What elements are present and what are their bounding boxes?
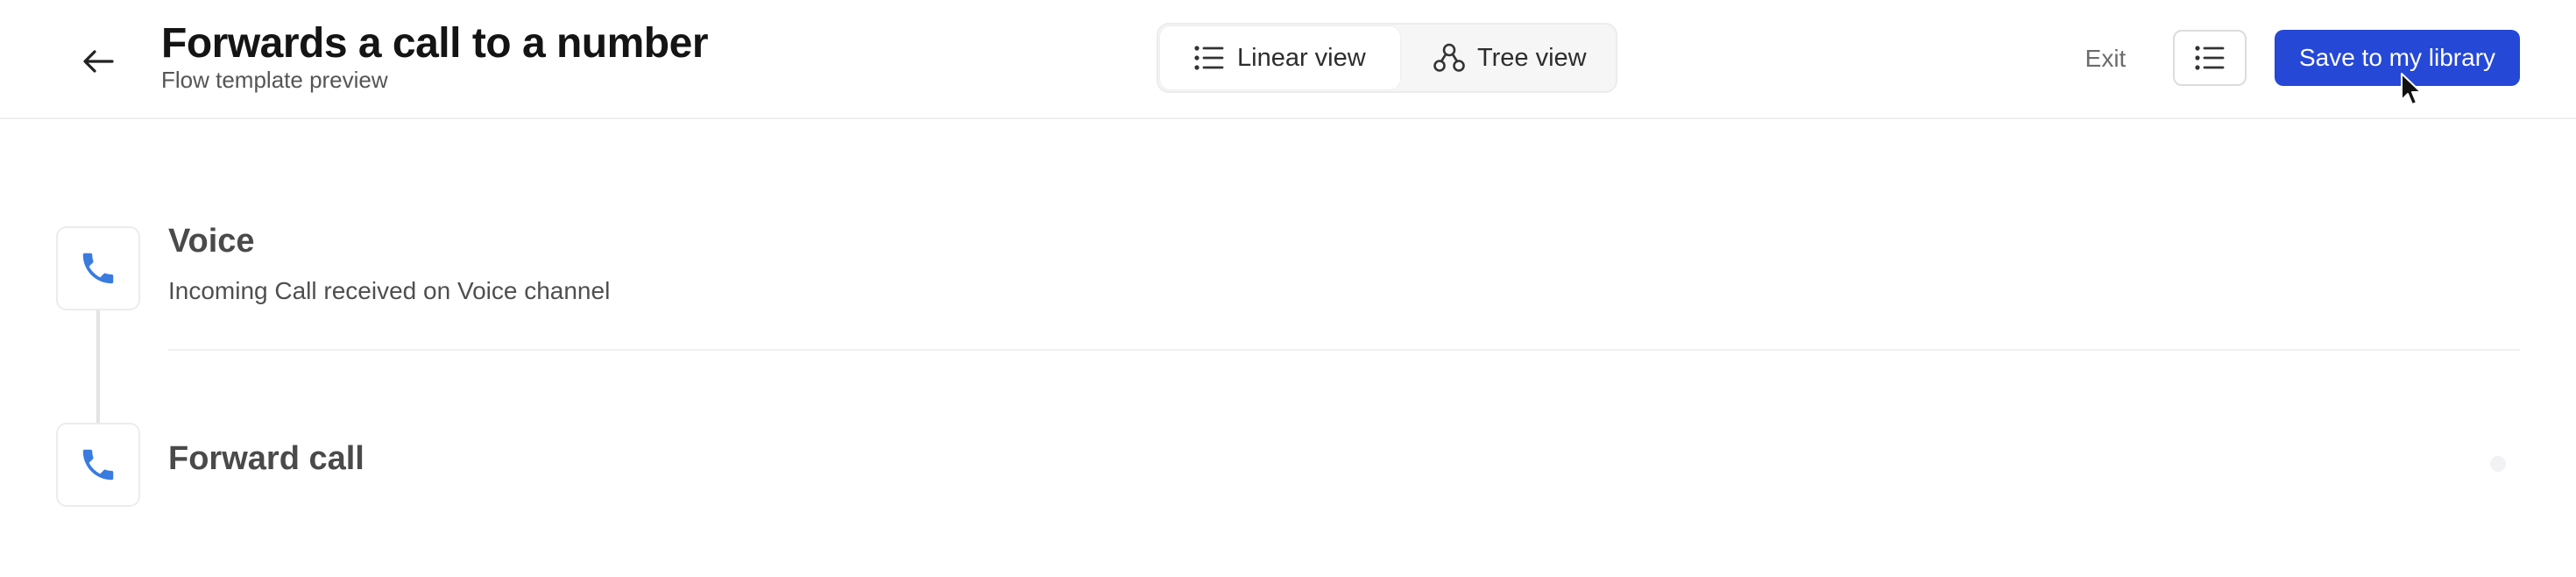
mouse-cursor-icon: [2401, 73, 2422, 105]
tab-linear-view-label: Linear view: [1237, 43, 1366, 72]
phone-icon: [82, 253, 114, 284]
save-to-library-button[interactable]: Save to my library: [2275, 30, 2520, 86]
exit-button[interactable]: Exit: [2068, 35, 2143, 82]
tab-tree-view[interactable]: Tree view: [1400, 26, 1614, 89]
step-title-voice[interactable]: Voice: [168, 223, 255, 260]
list-menu-button[interactable]: [2173, 30, 2247, 86]
view-toggle: Linear view Tree view: [1157, 23, 1617, 93]
page-title: Forwards a call to a number: [161, 20, 709, 67]
top-bar: Forwards a call to a number Flow templat…: [0, 0, 2576, 119]
step-icon-voice: [56, 226, 140, 310]
step-status-dot: [2490, 456, 2506, 472]
step-icon-forward-call: [56, 423, 140, 507]
back-button[interactable]: [74, 37, 123, 86]
step-divider: [168, 349, 2520, 351]
tab-tree-view-label: Tree view: [1477, 43, 1587, 72]
step-description-voice: Incoming Call received on Voice channel: [168, 277, 611, 304]
list-icon: [2195, 46, 2225, 70]
list-icon: [1193, 42, 1225, 74]
tab-linear-view[interactable]: Linear view: [1160, 26, 1400, 89]
arrow-left-icon: [83, 50, 114, 73]
title-block: Forwards a call to a number Flow templat…: [161, 16, 709, 93]
step-title-forward-call[interactable]: Forward call: [168, 440, 364, 478]
phone-icon: [82, 449, 114, 481]
step-connector-line: [96, 309, 100, 424]
tree-nodes-icon: [1433, 42, 1465, 74]
